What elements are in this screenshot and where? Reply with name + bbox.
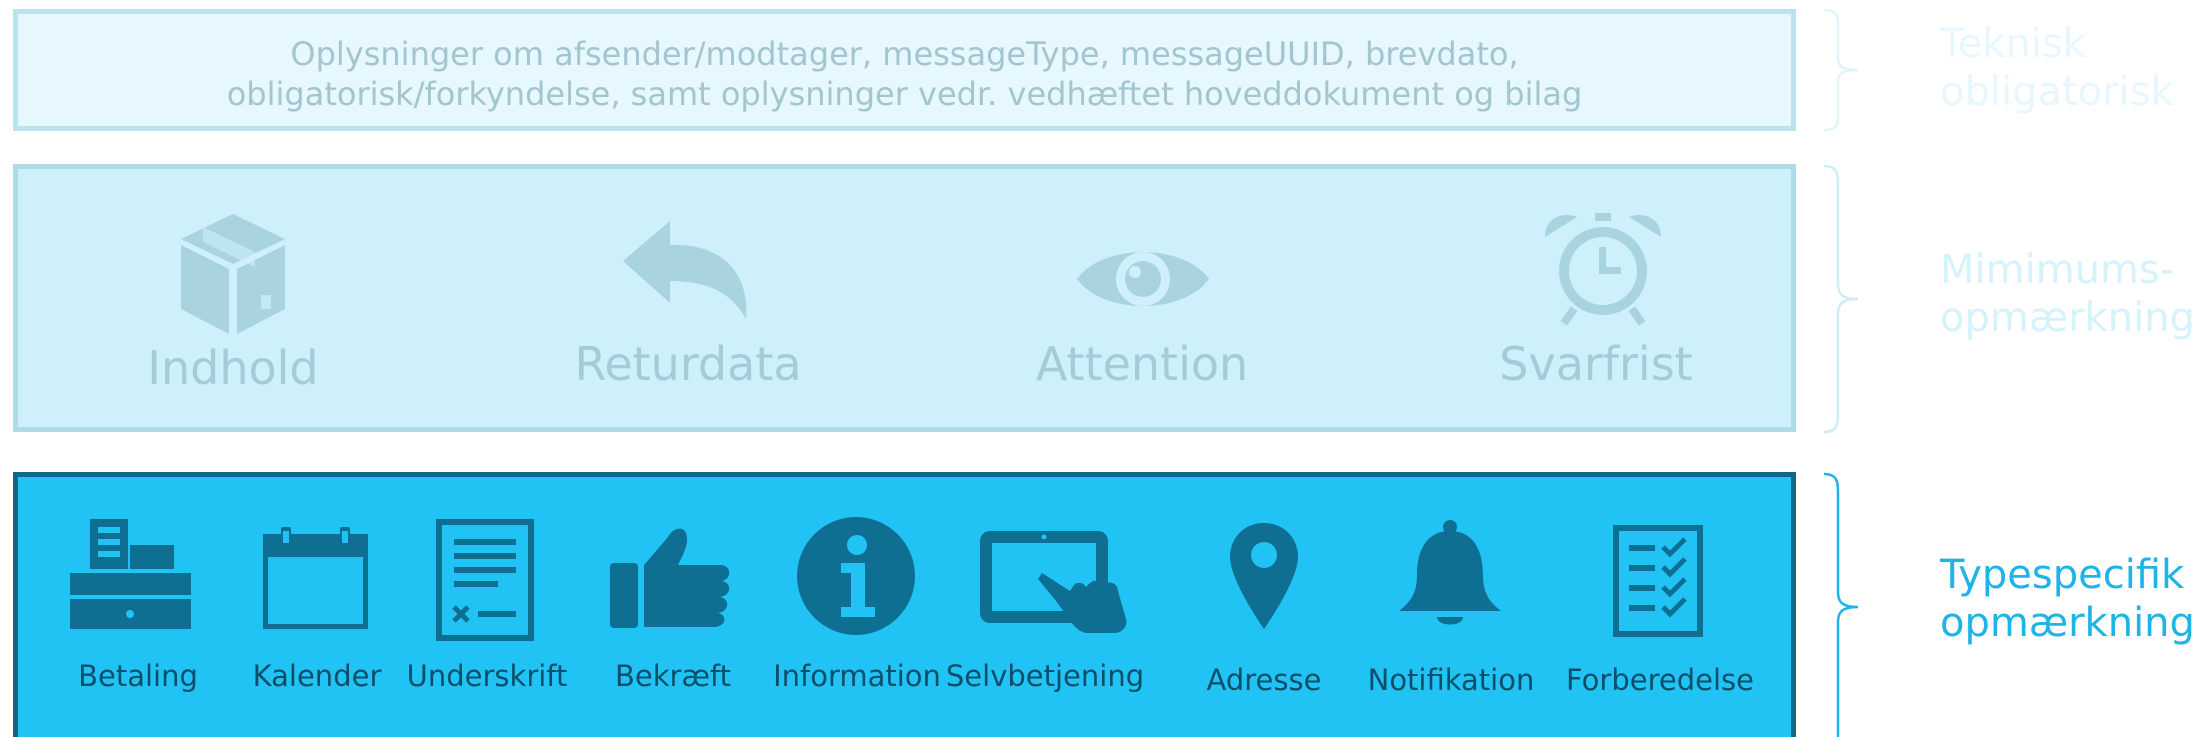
typespecific-item-label-bekraeft: Bekræft [615, 659, 731, 693]
side-label-technical-line1: Teknisk [1940, 21, 2086, 67]
minimum-item-label-svarfrist: Svarfrist [1499, 337, 1693, 391]
minimum-item-label-indhold: Indhold [147, 341, 319, 395]
typespecific-item-label-forberedelse: Forberedelse [1566, 663, 1754, 697]
technical-description-line1: Oplysninger om afsender/modtager, messag… [290, 35, 1519, 73]
cash-register-icon [70, 519, 191, 629]
reply-arrow-icon [623, 221, 747, 319]
info-icon [797, 517, 915, 635]
typespecific-item-label-information: Information [773, 659, 941, 693]
minimum-layer: Indhold Returdata Attention Svarfrist [13, 164, 1796, 432]
side-label-minimum-line2: opmærkning [1940, 295, 2195, 341]
technical-description-line2: obligatorisk/forkyndelse, samt oplysning… [226, 75, 1583, 113]
typespecific-layer: Betaling Kalender Underskrift Bekræft In… [13, 472, 1796, 737]
brace-minimum [1823, 164, 1859, 434]
minimum-item-label-attention: Attention [1035, 337, 1249, 391]
signature-document-icon [436, 519, 534, 641]
side-label-typespecific-line1: Typespecifik [1940, 552, 2185, 598]
technical-layer: Oplysninger om afsender/modtager, messag… [13, 9, 1796, 131]
map-pin-icon [1230, 523, 1298, 629]
side-label-minimum-line1: Mimimums- [1940, 247, 2175, 293]
side-label-technical-line2: obligatorisk [1940, 69, 2174, 115]
typespecific-item-label-betaling: Betaling [78, 659, 198, 693]
typespecific-item-label-underskrift: Underskrift [406, 659, 568, 693]
side-label-typespecific-line2: opmærkning [1940, 600, 2195, 646]
typespecific-item-label-kalender: Kalender [252, 659, 382, 693]
side-label-typespecific: Typespecifik opmærkning [1940, 551, 2195, 647]
typespecific-item-label-selvbetjening: Selvbetjening [945, 659, 1145, 693]
technical-description: Oplysninger om afsender/modtager, messag… [18, 34, 1791, 114]
alarm-clock-icon [1545, 213, 1661, 326]
checklist-icon [1613, 525, 1703, 637]
tablet-touch-icon [980, 531, 1127, 633]
eye-icon [1077, 252, 1209, 306]
brace-technical [1823, 8, 1859, 132]
bell-icon [1399, 520, 1501, 625]
typespecific-item-label-adresse: Adresse [1206, 663, 1322, 697]
calendar-icon [263, 527, 368, 629]
minimum-item-label-returdata: Returdata [574, 337, 802, 391]
side-label-technical: Teknisk obligatorisk [1940, 20, 2174, 116]
brace-typespecific [1823, 472, 1859, 737]
package-icon [181, 214, 285, 334]
side-label-minimum: Mimimums- opmærkning [1940, 246, 2195, 342]
typespecific-item-label-notifikation: Notifikation [1367, 663, 1535, 697]
thumbs-up-icon [610, 528, 730, 628]
